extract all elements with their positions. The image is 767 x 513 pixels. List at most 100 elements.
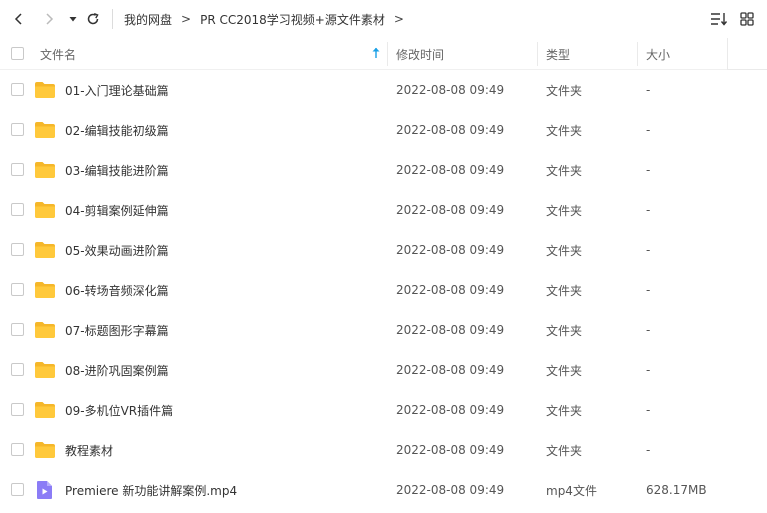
file-type: 文件夹	[546, 123, 583, 138]
row-checkbox[interactable]	[11, 363, 24, 376]
file-name[interactable]: Premiere 新功能讲解案例.mp4	[65, 470, 237, 510]
breadcrumb-item-root[interactable]: 我的网盘	[124, 11, 172, 28]
file-row[interactable]: 09-多机位VR插件篇 2022-08-08 09:49 文件夹 -	[0, 390, 767, 430]
column-header-type[interactable]: 类型	[546, 38, 570, 70]
breadcrumb-separator: >	[393, 12, 404, 26]
grid-icon	[740, 12, 754, 26]
grid-view-button[interactable]	[737, 9, 757, 29]
folder-icon	[35, 402, 55, 418]
column-divider	[637, 42, 638, 66]
file-modified-time: 2022-08-08 09:49	[396, 443, 505, 457]
breadcrumb-item-current[interactable]: PR CC2018学习视频+源文件素材	[200, 11, 385, 28]
select-all-checkbox[interactable]	[11, 47, 24, 60]
file-name[interactable]: 06-转场音频深化篇	[65, 270, 169, 310]
file-row[interactable]: 05-效果动画进阶篇 2022-08-08 09:49 文件夹 -	[0, 230, 767, 270]
file-type: 文件夹	[546, 203, 583, 218]
file-row[interactable]: 07-标题图形字幕篇 2022-08-08 09:49 文件夹 -	[0, 310, 767, 350]
file-modified-time: 2022-08-08 09:49	[396, 403, 505, 417]
back-button[interactable]	[8, 8, 30, 30]
file-type: 文件夹	[546, 163, 583, 178]
folder-icon	[35, 322, 55, 338]
file-type: 文件夹	[546, 443, 583, 458]
file-type: 文件夹	[546, 323, 583, 338]
file-size: 628.17MB	[646, 483, 707, 497]
file-type: 文件夹	[546, 243, 583, 258]
file-row[interactable]: 02-编辑技能初级篇 2022-08-08 09:49 文件夹 -	[0, 110, 767, 150]
file-size: -	[646, 323, 651, 337]
refresh-icon	[87, 12, 99, 25]
file-name[interactable]: 03-编辑技能进阶篇	[65, 150, 169, 190]
folder-icon	[35, 162, 55, 178]
folder-icon	[35, 122, 55, 138]
file-name[interactable]: 04-剪辑案例延伸篇	[65, 190, 169, 230]
folder-icon	[35, 442, 55, 458]
column-header-modified[interactable]: 修改时间	[396, 38, 444, 70]
file-name[interactable]: 教程素材	[65, 430, 113, 470]
folder-icon	[35, 242, 55, 258]
row-checkbox[interactable]	[11, 483, 24, 496]
file-size: -	[646, 403, 651, 417]
row-checkbox[interactable]	[11, 243, 24, 256]
sort-order-button[interactable]	[709, 9, 729, 29]
folder-icon	[35, 82, 55, 98]
file-name[interactable]: 08-进阶巩固案例篇	[65, 350, 169, 390]
row-checkbox[interactable]	[11, 83, 24, 96]
file-size: -	[646, 83, 651, 97]
row-checkbox[interactable]	[11, 403, 24, 416]
file-row[interactable]: 01-入门理论基础篇 2022-08-08 09:49 文件夹 -	[0, 70, 767, 110]
row-checkbox[interactable]	[11, 163, 24, 176]
file-row[interactable]: 教程素材 2022-08-08 09:49 文件夹 -	[0, 430, 767, 470]
file-list-header: 文件名 修改时间 类型 大小	[0, 38, 727, 70]
video-file-icon	[37, 481, 52, 499]
file-modified-time: 2022-08-08 09:49	[396, 123, 505, 137]
caret-down-icon	[69, 17, 77, 22]
file-modified-time: 2022-08-08 09:49	[396, 83, 505, 97]
row-checkbox[interactable]	[11, 283, 24, 296]
chevron-right-icon	[46, 13, 54, 25]
row-checkbox[interactable]	[11, 203, 24, 216]
folder-icon	[35, 202, 55, 218]
toolbar-divider	[112, 9, 113, 29]
file-modified-time: 2022-08-08 09:49	[396, 483, 505, 497]
column-header-name[interactable]: 文件名	[40, 38, 76, 70]
file-type: 文件夹	[546, 403, 583, 418]
row-checkbox[interactable]	[11, 323, 24, 336]
file-row[interactable]: 08-进阶巩固案例篇 2022-08-08 09:49 文件夹 -	[0, 350, 767, 390]
breadcrumb-separator: >	[181, 12, 192, 26]
breadcrumb: 我的网盘 > PR CC2018学习视频+源文件素材 >	[124, 10, 413, 28]
file-name[interactable]: 02-编辑技能初级篇	[65, 110, 169, 150]
file-row[interactable]: 06-转场音频深化篇 2022-08-08 09:49 文件夹 -	[0, 270, 767, 310]
history-dropdown-button[interactable]	[62, 8, 84, 30]
file-size: -	[646, 283, 651, 297]
file-type: 文件夹	[546, 363, 583, 378]
toolbar: 我的网盘 > PR CC2018学习视频+源文件素材 >	[0, 0, 767, 38]
refresh-button[interactable]	[82, 8, 104, 30]
sort-list-icon	[711, 13, 728, 26]
file-size: -	[646, 163, 651, 177]
file-name[interactable]: 07-标题图形字幕篇	[65, 310, 169, 350]
file-row[interactable]: 03-编辑技能进阶篇 2022-08-08 09:49 文件夹 -	[0, 150, 767, 190]
row-checkbox[interactable]	[11, 443, 24, 456]
column-divider	[537, 42, 538, 66]
column-header-size[interactable]: 大小	[646, 38, 670, 70]
row-checkbox[interactable]	[11, 123, 24, 136]
file-type: mp4文件	[546, 483, 597, 498]
file-modified-time: 2022-08-08 09:49	[396, 363, 505, 377]
file-type: 文件夹	[546, 83, 583, 98]
file-size: -	[646, 443, 651, 457]
chevron-left-icon	[14, 13, 22, 25]
column-chooser-area	[727, 38, 767, 70]
file-type: 文件夹	[546, 283, 583, 298]
file-row[interactable]: Premiere 新功能讲解案例.mp4 2022-08-08 09:49 mp4文…	[0, 470, 767, 510]
file-name[interactable]: 09-多机位VR插件篇	[65, 390, 173, 430]
sort-ascending-icon[interactable]	[371, 46, 381, 60]
file-name[interactable]: 01-入门理论基础篇	[65, 70, 169, 110]
column-divider	[387, 42, 388, 66]
file-modified-time: 2022-08-08 09:49	[396, 283, 505, 297]
file-size: -	[646, 243, 651, 257]
folder-icon	[35, 282, 55, 298]
forward-button[interactable]	[38, 8, 60, 30]
file-modified-time: 2022-08-08 09:49	[396, 203, 505, 217]
file-row[interactable]: 04-剪辑案例延伸篇 2022-08-08 09:49 文件夹 -	[0, 190, 767, 230]
file-name[interactable]: 05-效果动画进阶篇	[65, 230, 169, 270]
